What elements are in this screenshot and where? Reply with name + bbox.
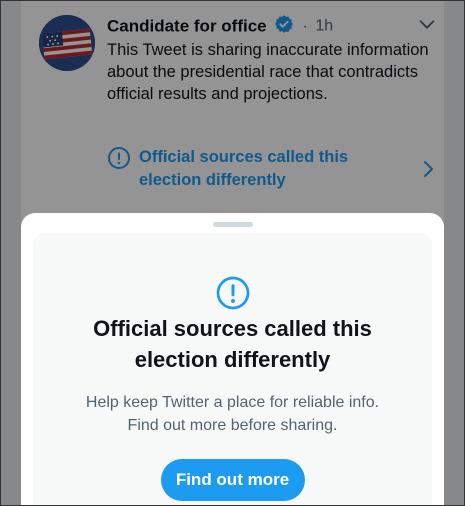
sheet-title-text: Official sources called this election di…	[93, 316, 372, 372]
bottom-sheet: Official sources called this election di…	[21, 213, 444, 505]
info-card: Official sources called this election di…	[33, 233, 432, 505]
sheet-drag-handle[interactable]	[212, 222, 253, 227]
sheet-body-line-1: Help keep Twitter a place for reliable i…	[85, 394, 380, 411]
find-out-more-button[interactable]: Find out more	[160, 459, 305, 501]
screen: Candidate for office · 1h This Tweet is …	[0, 0, 465, 506]
sheet-body: Help keep Twitter a place for reliable i…	[33, 391, 432, 437]
sheet-body-line-2: Find out more before sharing.	[127, 417, 338, 434]
exclamation-circle-icon	[215, 275, 251, 316]
sheet-title: Official sources called this election di…	[33, 313, 432, 375]
